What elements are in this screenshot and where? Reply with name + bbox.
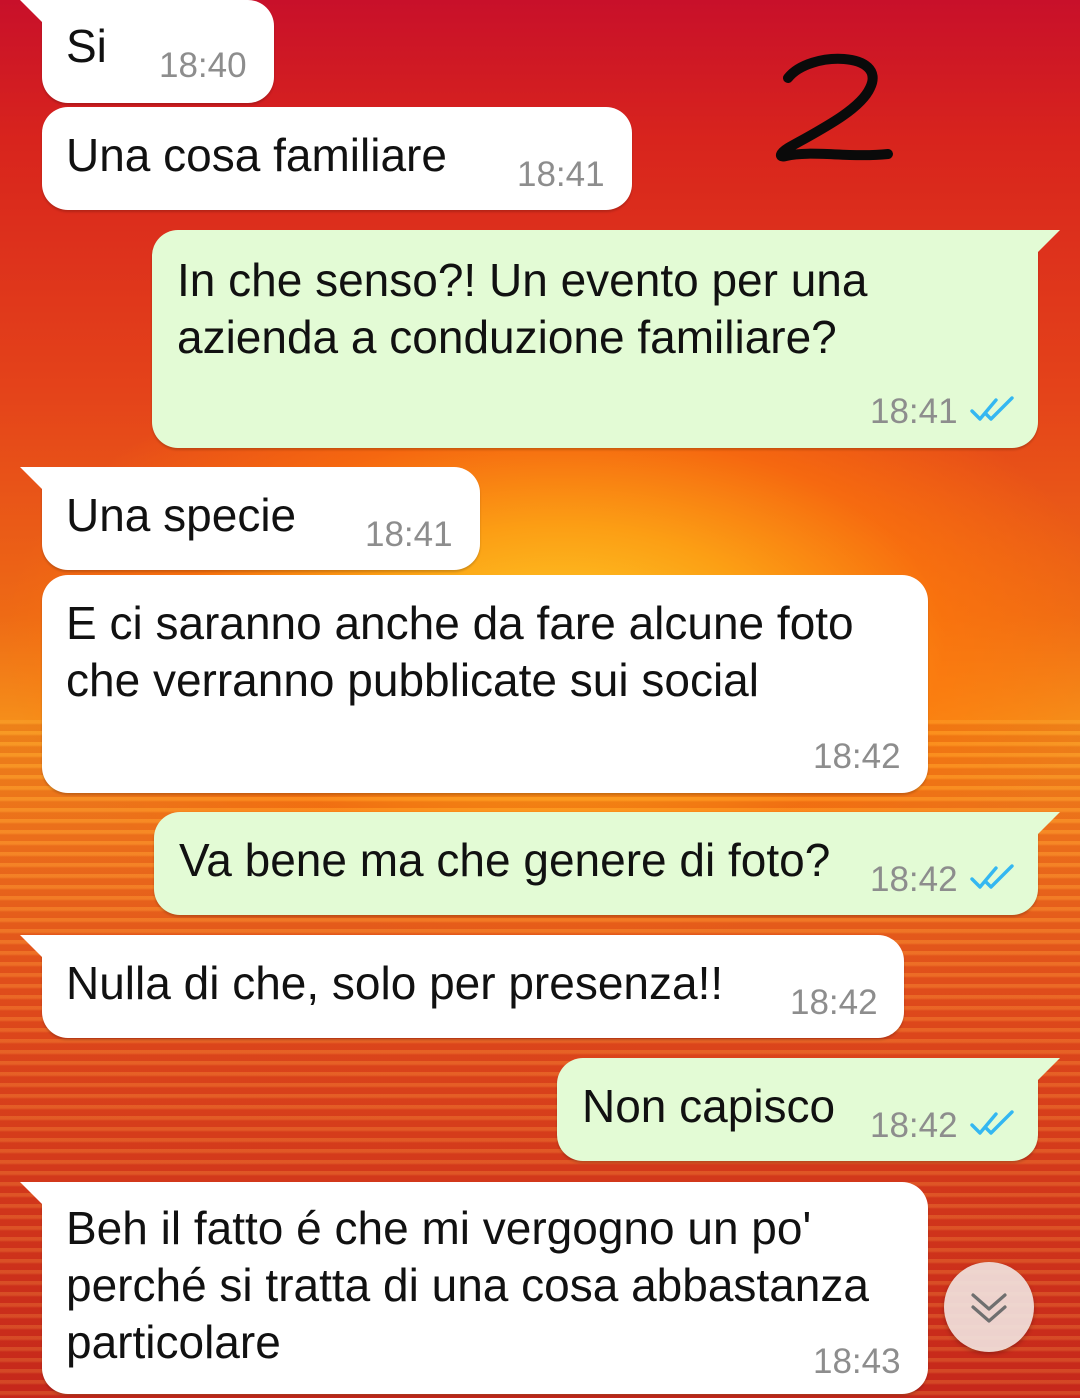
- message-text: Si: [66, 20, 107, 72]
- message-time: 18:42: [790, 983, 878, 1022]
- message-text: E ci saranno anche da fare alcune foto c…: [66, 597, 854, 706]
- message-time: 18:42: [813, 737, 901, 776]
- message-outgoing[interactable]: Va bene ma che genere di foto? 18:42: [154, 812, 1060, 915]
- message-time: 18:41: [870, 392, 958, 431]
- message-time: 18:41: [517, 155, 605, 194]
- double-check-icon: [970, 864, 1014, 889]
- message-text: Va bene ma che genere di foto?: [179, 834, 831, 886]
- message-incoming[interactable]: Una specie 18:41: [20, 467, 480, 570]
- message-text: Nulla di che, solo per presenza!!: [66, 957, 724, 1009]
- double-check-icon: [970, 1110, 1014, 1135]
- message-time: 18:43: [813, 1342, 901, 1381]
- message-incoming[interactable]: Si 18:40: [20, 0, 274, 103]
- message-outgoing[interactable]: In che senso?! Un evento per una azienda…: [152, 230, 1060, 448]
- message-text: In che senso?! Un evento per una azienda…: [177, 254, 868, 363]
- message-time: 18:42: [870, 860, 958, 899]
- message-outgoing[interactable]: Non capisco 18:42: [557, 1058, 1060, 1161]
- message-incoming[interactable]: Nulla di che, solo per presenza!! 18:42: [20, 935, 904, 1038]
- message-time: 18:42: [870, 1106, 958, 1145]
- scroll-to-bottom-button[interactable]: [944, 1262, 1034, 1352]
- message-incoming[interactable]: Una cosa familiare 18:41: [42, 107, 632, 210]
- message-text: Beh il fatto é che mi vergogno un po' pe…: [66, 1202, 869, 1368]
- message-time: 18:41: [365, 515, 453, 554]
- double-check-icon: [970, 396, 1014, 421]
- message-text: Non capisco: [582, 1080, 836, 1132]
- handwritten-number-2: [776, 53, 893, 162]
- message-incoming[interactable]: Beh il fatto é che mi vergogno un po' pe…: [20, 1182, 928, 1394]
- message-text: Una specie: [66, 489, 297, 541]
- message-text: Una cosa familiare: [66, 129, 447, 181]
- message-time: 18:40: [159, 46, 247, 85]
- message-incoming[interactable]: E ci saranno anche da fare alcune foto c…: [42, 575, 928, 793]
- chevron-double-down-icon: [971, 1293, 1007, 1323]
